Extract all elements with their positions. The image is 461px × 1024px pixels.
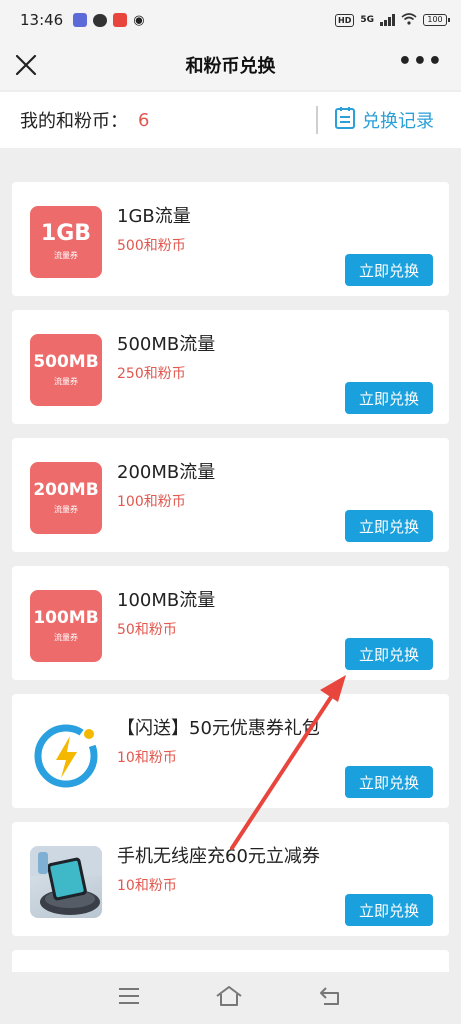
item-title: 手机无线座充60元立减券 (117, 846, 320, 867)
network-type: 5G (360, 15, 374, 25)
divider (316, 106, 318, 134)
item-title: 200MB流量 (117, 462, 216, 483)
badge-label: 100MB (33, 607, 99, 628)
item-price: 10和粉币 (117, 878, 177, 894)
app-notification-icon (113, 13, 128, 27)
app-notification-icon (73, 13, 88, 27)
badge-sublabel: 流量券 (54, 376, 78, 386)
redeem-button[interactable]: 立即兑换 (345, 638, 433, 670)
item-price: 100和粉币 (117, 494, 186, 510)
redeem-button[interactable]: 立即兑换 (345, 766, 433, 798)
wireless-charger-photo-icon (30, 846, 102, 918)
list-item: 500MB 流量券 500MB流量 250和粉币 立即兑换 (12, 310, 449, 424)
close-icon[interactable] (12, 51, 40, 79)
redeem-button[interactable]: 立即兑换 (345, 382, 433, 414)
data-coupon-badge: 100MB 流量券 (30, 590, 102, 662)
data-coupon-badge: 200MB 流量券 (30, 462, 102, 534)
battery-icon: 100 (423, 14, 450, 26)
back-icon[interactable] (318, 985, 344, 1011)
badge-sublabel: 流量券 (54, 504, 78, 514)
item-price: 10和粉币 (117, 750, 177, 766)
item-price: 500和粉币 (117, 238, 186, 254)
badge-label: 200MB (33, 479, 99, 500)
document-icon (334, 106, 356, 135)
badge-sublabel: 流量券 (54, 251, 78, 260)
list-item: 100MB 流量券 100MB流量 50和粉币 立即兑换 (12, 566, 449, 680)
exchange-history-link[interactable]: 兑换记录 (334, 92, 434, 148)
list-item: 【闪送】50元优惠券礼包 10和粉币 立即兑换 (12, 694, 449, 808)
redeem-button[interactable]: 立即兑换 (345, 894, 433, 926)
coin-balance-label: 我的和粉币： (20, 111, 128, 132)
data-coupon-badge: 1GB 流量券 (30, 206, 102, 278)
more-icon[interactable]: ••• (398, 51, 443, 73)
weibo-icon: ◉ (133, 12, 145, 28)
list-item: 手机无线座充60元立减券 10和粉币 立即兑换 (12, 822, 449, 936)
status-bar: 13:46 ◉ HD 5G 100 (0, 0, 461, 40)
badge-label: 500MB (33, 351, 99, 372)
redeem-button[interactable]: 立即兑换 (345, 510, 433, 542)
list-item: 200MB 流量券 200MB流量 100和粉币 立即兑换 (12, 438, 449, 552)
item-title: 1GB流量 (117, 206, 191, 227)
home-icon[interactable] (214, 984, 244, 1012)
nav-bar: 和粉币兑换 ••• (0, 40, 461, 90)
list-item: 1GB 流量券 1GB流量 500和粉币 立即兑换 (12, 182, 449, 296)
message-icon (93, 13, 108, 27)
badge-label: 1GB (40, 221, 92, 246)
coin-balance-value: 6 (138, 109, 150, 131)
item-price: 250和粉币 (117, 366, 186, 382)
item-title: 100MB流量 (117, 590, 216, 611)
system-nav-bar (0, 972, 461, 1024)
item-title: 【闪送】50元优惠券礼包 (117, 718, 320, 739)
item-price: 50和粉币 (117, 622, 177, 638)
flash-delivery-logo-icon (30, 718, 102, 790)
item-title: 500MB流量 (117, 334, 216, 355)
page-title: 和粉币兑换 (185, 56, 276, 77)
menu-icon[interactable] (117, 986, 141, 1010)
badge-sublabel: 流量券 (54, 632, 78, 642)
status-time: 13:46 (20, 11, 64, 29)
data-coupon-badge: 500MB 流量券 (30, 334, 102, 406)
signal-icon (380, 14, 395, 26)
wifi-icon (401, 12, 417, 28)
coin-balance-bar: 我的和粉币： 6 兑换记录 (0, 92, 461, 148)
redeem-button[interactable]: 立即兑换 (345, 254, 433, 286)
hd-icon: HD (335, 13, 355, 27)
exchange-history-label: 兑换记录 (362, 111, 434, 132)
